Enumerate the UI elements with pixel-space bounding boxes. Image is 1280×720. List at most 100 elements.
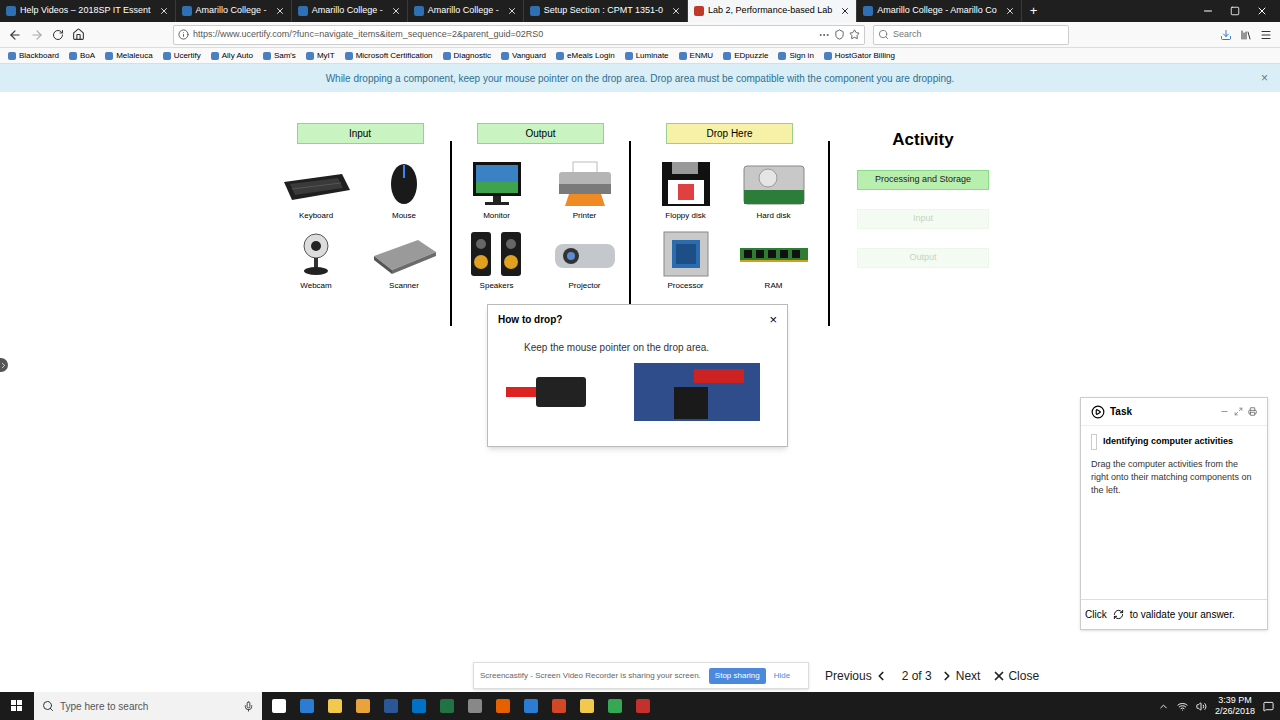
taskbar-search[interactable]: Type here to search <box>34 692 262 720</box>
browser-tab[interactable]: Amarillo College - Amarillo Co <box>857 0 1022 22</box>
taskbar-app-icon[interactable] <box>636 699 650 713</box>
activity-button[interactable]: Input <box>857 209 989 229</box>
bookmark-star-icon[interactable] <box>849 29 860 40</box>
component-item[interactable]: Monitor <box>457 160 537 222</box>
taskbar-app-icon[interactable] <box>272 699 286 713</box>
taskbar-app-icon[interactable] <box>412 699 426 713</box>
info-icon[interactable] <box>178 29 189 40</box>
taskbar-app-icon[interactable] <box>468 699 482 713</box>
mic-icon[interactable] <box>243 701 254 712</box>
windows-logo-icon[interactable] <box>0 692 34 720</box>
component-item[interactable]: Speakers <box>457 230 537 292</box>
pocket-icon[interactable] <box>834 29 845 40</box>
side-handle[interactable] <box>0 358 8 372</box>
next-button[interactable]: Next <box>940 667 981 685</box>
component-item[interactable]: Scanner <box>364 230 444 292</box>
component-item[interactable]: Projector <box>545 230 625 292</box>
browser-tab[interactable]: Amarillo College - <box>292 0 408 22</box>
banner-close[interactable]: × <box>1261 69 1268 87</box>
notifications-icon[interactable] <box>1263 701 1274 712</box>
hide-button[interactable]: Hide <box>774 670 790 682</box>
component-item[interactable]: Printer <box>545 160 625 222</box>
close-tab-icon[interactable] <box>391 6 401 16</box>
component-item[interactable]: Webcam <box>276 230 356 292</box>
taskbar-app-icon[interactable] <box>300 699 314 713</box>
back-icon[interactable] <box>8 28 22 42</box>
previous-button[interactable]: Previous <box>825 667 888 685</box>
new-tab-button[interactable]: + <box>1022 0 1046 22</box>
bookmark[interactable]: Luminate <box>625 50 669 62</box>
taskbar-app-icon[interactable] <box>496 699 510 713</box>
library-icon[interactable] <box>1240 29 1252 41</box>
close-tab-icon[interactable] <box>275 6 285 16</box>
clock[interactable]: 3:39 PM2/26/2018 <box>1215 695 1255 717</box>
component-item[interactable]: Mouse <box>364 160 444 222</box>
activity-button[interactable]: Processing and Storage <box>857 170 989 190</box>
menu-icon[interactable] <box>1260 29 1272 41</box>
component-item[interactable]: Keyboard <box>276 160 356 222</box>
close-tab-icon[interactable] <box>671 6 681 16</box>
bookmark[interactable]: Diagnostic <box>443 50 491 62</box>
component-item[interactable]: Hard disk <box>734 160 814 222</box>
column-header[interactable]: Input <box>297 123 424 144</box>
bookmark[interactable]: Vanguard <box>501 50 546 62</box>
taskbar-app-icon[interactable] <box>608 699 622 713</box>
component-item[interactable]: RAM <box>734 230 814 292</box>
volume-icon[interactable] <box>1196 701 1207 712</box>
reload-icon[interactable] <box>52 29 64 41</box>
close-tab-icon[interactable] <box>1005 6 1015 16</box>
bookmark[interactable]: Microsoft Certification <box>345 50 433 62</box>
browser-tab[interactable]: Help Videos – 2018SP IT Essent <box>0 0 176 22</box>
bookmark[interactable]: ENMU <box>679 50 714 62</box>
column-header[interactable]: Drop Here <box>666 123 793 144</box>
footer-validate: to validate your answer. <box>1130 607 1235 622</box>
expand-panel-icon[interactable] <box>1234 407 1243 416</box>
taskbar-app-icon[interactable] <box>356 699 370 713</box>
stop-sharing-button[interactable]: Stop sharing <box>709 668 766 684</box>
bookmark[interactable]: eMeals Login <box>556 50 615 62</box>
tray-expand-icon[interactable] <box>1158 701 1169 712</box>
taskbar-app-icon[interactable] <box>328 699 342 713</box>
bookmark[interactable]: HostGator Billing <box>824 50 895 62</box>
close-tab-icon[interactable] <box>840 6 850 16</box>
close-window-icon[interactable] <box>1256 5 1268 17</box>
download-icon[interactable] <box>1220 29 1232 41</box>
url-field[interactable]: https://www.ucertify.com/?func=navigate_… <box>173 25 865 45</box>
browser-tab[interactable]: Amarillo College - <box>176 0 292 22</box>
home-icon[interactable] <box>72 28 85 41</box>
bookmark[interactable]: EDpuzzle <box>723 50 768 62</box>
browser-tab[interactable]: Amarillo College - <box>408 0 524 22</box>
component-item[interactable]: Floppy disk <box>646 160 726 222</box>
browser-tab[interactable]: Lab 2, Performance-based Lab <box>688 0 857 22</box>
search-field[interactable]: Search <box>873 25 1069 45</box>
maximize-icon[interactable] <box>1230 6 1240 16</box>
taskbar-app-icon[interactable] <box>524 699 538 713</box>
taskbar-app-icon[interactable] <box>440 699 454 713</box>
bookmark[interactable]: Sign in <box>778 50 813 62</box>
validate-icon[interactable] <box>1113 609 1124 620</box>
print-icon[interactable] <box>1248 407 1257 416</box>
component-item[interactable]: Processor <box>646 230 726 292</box>
bookmark[interactable]: Blackboard <box>8 50 59 62</box>
close-tab-icon[interactable] <box>507 6 517 16</box>
bookmark[interactable]: Ucertify <box>163 50 201 62</box>
column-header[interactable]: Output <box>477 123 604 144</box>
popup-close[interactable]: × <box>769 310 777 330</box>
bookmark[interactable]: Melaleuca <box>105 50 152 62</box>
minimize-icon[interactable] <box>1202 5 1214 17</box>
forward-icon[interactable] <box>30 28 44 42</box>
activity-button[interactable]: Output <box>857 248 989 268</box>
taskbar-app-icon[interactable] <box>384 699 398 713</box>
close-button[interactable]: Close <box>992 667 1039 685</box>
wifi-icon[interactable] <box>1177 701 1188 712</box>
taskbar-app-icon[interactable] <box>580 699 594 713</box>
bookmark[interactable]: Ally Auto <box>211 50 253 62</box>
bookmark[interactable]: MyIT <box>306 50 335 62</box>
taskbar-app-icon[interactable] <box>552 699 566 713</box>
bookmark[interactable]: Sam's <box>263 50 296 62</box>
minimize-panel-icon[interactable] <box>1220 407 1229 416</box>
browser-tab[interactable]: Setup Section : CPMT 1351-0 <box>524 0 688 22</box>
bookmark[interactable]: BoA <box>69 50 95 62</box>
close-tab-icon[interactable] <box>159 6 169 16</box>
page-actions-icon[interactable] <box>818 29 830 41</box>
